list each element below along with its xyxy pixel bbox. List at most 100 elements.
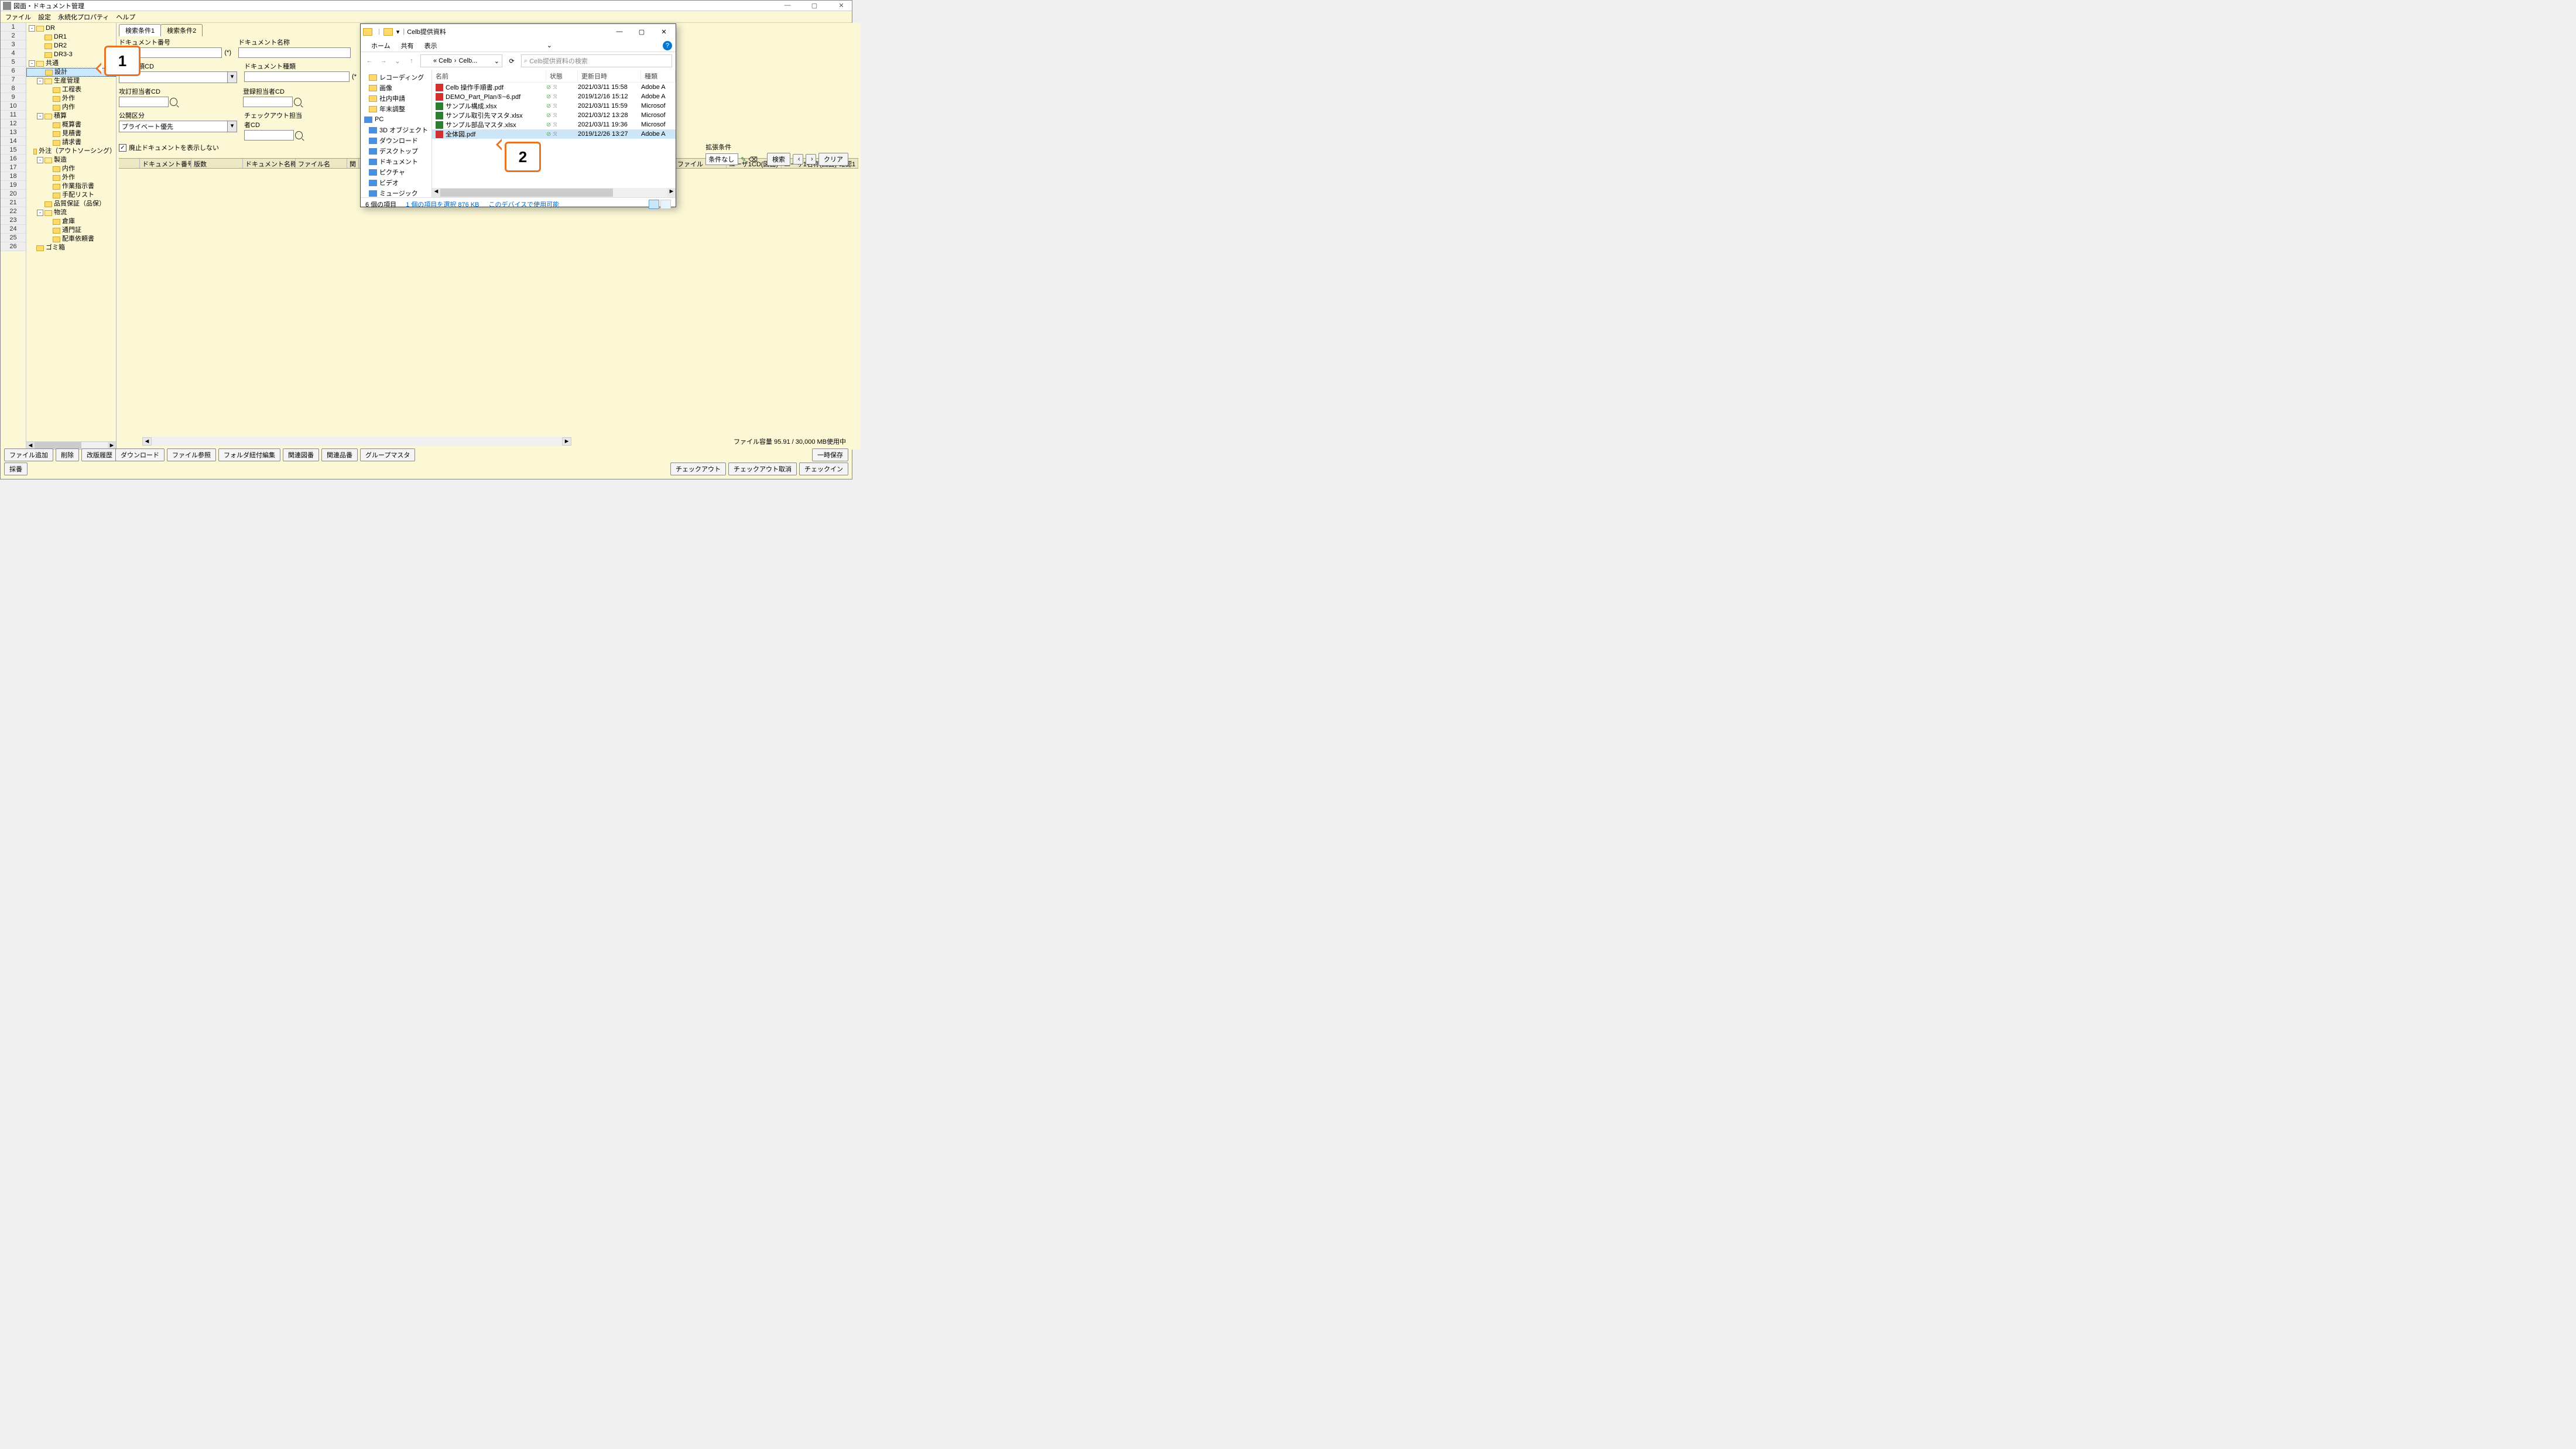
tree-item[interactable]: 品質保証（品保） [26, 200, 116, 208]
tree-toggle-icon[interactable]: - [37, 157, 43, 163]
tab-search2[interactable]: 検索条件2 [160, 24, 203, 36]
explorer-tree-item[interactable]: ミュージック [362, 188, 430, 197]
col-type[interactable]: 種類 [641, 70, 676, 82]
btn-temp-save[interactable]: 一時保存 [812, 448, 848, 461]
col-rev[interactable]: 版数 [191, 159, 243, 168]
tree-item[interactable]: 倉庫 [26, 217, 116, 226]
tree-toggle-icon[interactable]: - [29, 60, 35, 67]
eraser-icon[interactable]: ⌫ [748, 156, 758, 163]
tree-item[interactable]: DR3-3 [26, 50, 116, 59]
explorer-tree-item[interactable]: レコーディング [362, 72, 430, 83]
btn-rev-history[interactable]: 改版履歴 [81, 448, 118, 461]
clear-button[interactable]: クリア [818, 153, 848, 166]
tree-item[interactable]: 通門証 [26, 226, 116, 235]
help-icon[interactable]: ? [663, 41, 672, 50]
col-date[interactable]: 更新日時 [578, 70, 641, 82]
explorer-tree-item[interactable]: PC [362, 114, 430, 125]
col-name[interactable]: 名前 [432, 70, 546, 82]
tree-item[interactable]: 工程表 [26, 85, 116, 94]
file-row[interactable]: サンプル構成.xlsx⊘ ℛ2021/03/11 15:59Microsof [432, 101, 676, 111]
tree-item[interactable]: 概算書 [26, 121, 116, 129]
nav-dropdown-icon[interactable]: ⌄ [392, 57, 403, 65]
tree-item[interactable]: 請求書 [26, 138, 116, 147]
result-scrollbar[interactable]: ◄ ► [142, 437, 571, 446]
tree-toggle-icon[interactable]: - [37, 78, 43, 84]
tree-item[interactable]: 外作 [26, 173, 116, 182]
file-row[interactable]: Celb 操作手順書.pdf⊘ ℛ2021/03/11 15:58Adobe A [432, 83, 676, 92]
menu-persist[interactable]: 永続化プロパティ [56, 12, 111, 21]
pencil-icon[interactable]: ✎ [741, 156, 746, 163]
tree-item[interactable]: DR1 [26, 33, 116, 42]
tree-toggle-icon[interactable]: - [37, 113, 43, 119]
tree-item[interactable]: 内作 [26, 165, 116, 173]
tree-item[interactable]: 手配リスト [26, 191, 116, 200]
tree-item[interactable]: -共通 [26, 59, 116, 68]
combo-ext[interactable]: 条件なし [705, 153, 738, 165]
explorer-tree-item[interactable]: ドキュメント [362, 156, 430, 167]
tree-item[interactable]: 内作 [26, 103, 116, 112]
menu-file[interactable]: ファイル [3, 12, 33, 21]
explorer-tree-item[interactable]: 年末調整 [362, 104, 430, 114]
input-docname[interactable] [238, 47, 351, 58]
tree-item[interactable]: 配車依頼書 [26, 235, 116, 244]
explorer-tree[interactable]: レコーディング画像社内申請年末調整PC3D オブジェクトダウンロードデスクトップ… [361, 70, 432, 197]
search-icon[interactable] [294, 98, 302, 106]
tree-item[interactable]: ゴミ箱 [26, 244, 116, 252]
btn-checkout[interactable]: チェックアウト [670, 463, 726, 475]
col-status[interactable]: 状態 [546, 70, 578, 82]
file-row[interactable]: DEMO_Part_Plan⑤~6.pdf⊘ ℛ2019/12/16 15:12… [432, 92, 676, 101]
col-docname[interactable]: ドキュメント名称 [243, 159, 296, 168]
exp-maximize-button[interactable]: ▢ [632, 28, 651, 36]
search-button[interactable]: 検索 [767, 153, 790, 166]
prev-page-button[interactable]: ‹ [793, 154, 803, 165]
maximize-button[interactable]: ▢ [806, 2, 823, 9]
explorer-tree-item[interactable]: ピクチャ [362, 167, 430, 177]
input-checkout[interactable] [244, 130, 294, 141]
ribbon-share[interactable]: 共有 [401, 41, 414, 50]
nav-up-icon[interactable]: ↑ [406, 57, 417, 64]
explorer-tree-item[interactable]: ダウンロード [362, 135, 430, 146]
btn-numbering[interactable]: 採番 [4, 463, 28, 475]
btn-folder-link[interactable]: フォルダ紐付編集 [218, 448, 280, 461]
ribbon-home[interactable]: ホーム [371, 41, 390, 50]
close-button[interactable]: ✕ [833, 2, 849, 9]
scroll-right-icon[interactable]: ► [562, 437, 571, 446]
tree-item[interactable]: -積算 [26, 112, 116, 121]
refresh-icon[interactable]: ⟳ [506, 57, 518, 65]
tree-item[interactable]: 外作 [26, 94, 116, 103]
folder-tree[interactable]: -DRDR1DR2DR3-3-共通設計-生産管理工程表外作内作-積算概算書見積書… [26, 23, 116, 450]
next-page-button[interactable]: › [806, 154, 816, 165]
col-filename[interactable]: ファイル名 [296, 159, 347, 168]
explorer-tree-item[interactable]: ビデオ [362, 177, 430, 188]
explorer-tree-item[interactable]: 3D オブジェクト [362, 125, 430, 135]
btn-add-file[interactable]: ファイル追加 [4, 448, 53, 461]
btn-checkin[interactable]: チェックイン [799, 463, 848, 475]
btn-checkout-cancel[interactable]: チェックアウト取消 [728, 463, 797, 475]
file-row[interactable]: サンプル取引先マスタ.xlsx⊘ ℛ2021/03/12 13:28Micros… [432, 111, 676, 120]
menu-settings[interactable]: 設定 [36, 12, 53, 21]
tree-item[interactable]: 見積書 [26, 129, 116, 138]
checkbox-hide-abolished[interactable]: ✓ [119, 144, 126, 152]
explorer-search[interactable]: ⌕ Celb提供資料の検索 [521, 54, 672, 67]
col-rel[interactable]: 関 [347, 159, 359, 168]
explorer-scrollbar[interactable]: ◄► [432, 188, 676, 197]
ribbon-expand-icon[interactable]: ⌄ [547, 42, 552, 49]
tree-item[interactable]: -DR [26, 24, 116, 33]
input-doctype[interactable] [244, 71, 350, 82]
search-icon[interactable] [295, 131, 303, 139]
tab-search1[interactable]: 検索条件1 [119, 24, 161, 36]
btn-group-master[interactable]: グループマスタ [360, 448, 415, 461]
btn-delete[interactable]: 削除 [56, 448, 79, 461]
tree-toggle-icon[interactable]: - [29, 25, 35, 32]
nav-forward-icon[interactable]: → [378, 57, 389, 64]
path-dropdown-icon[interactable]: ⌄ [494, 57, 499, 65]
menu-help[interactable]: ヘルプ [114, 12, 138, 21]
col-docno[interactable]: ドキュメント番号 [140, 159, 191, 168]
ribbon-view[interactable]: 表示 [424, 41, 437, 50]
tree-item[interactable]: -生産管理 [26, 77, 116, 85]
input-registered[interactable] [243, 97, 293, 107]
exp-minimize-button[interactable]: — [610, 28, 629, 36]
nav-back-icon[interactable]: ← [364, 57, 375, 64]
address-bar[interactable]: « Celb› Celb... ⌄ [420, 54, 502, 67]
tree-item[interactable]: -製造 [26, 156, 116, 165]
